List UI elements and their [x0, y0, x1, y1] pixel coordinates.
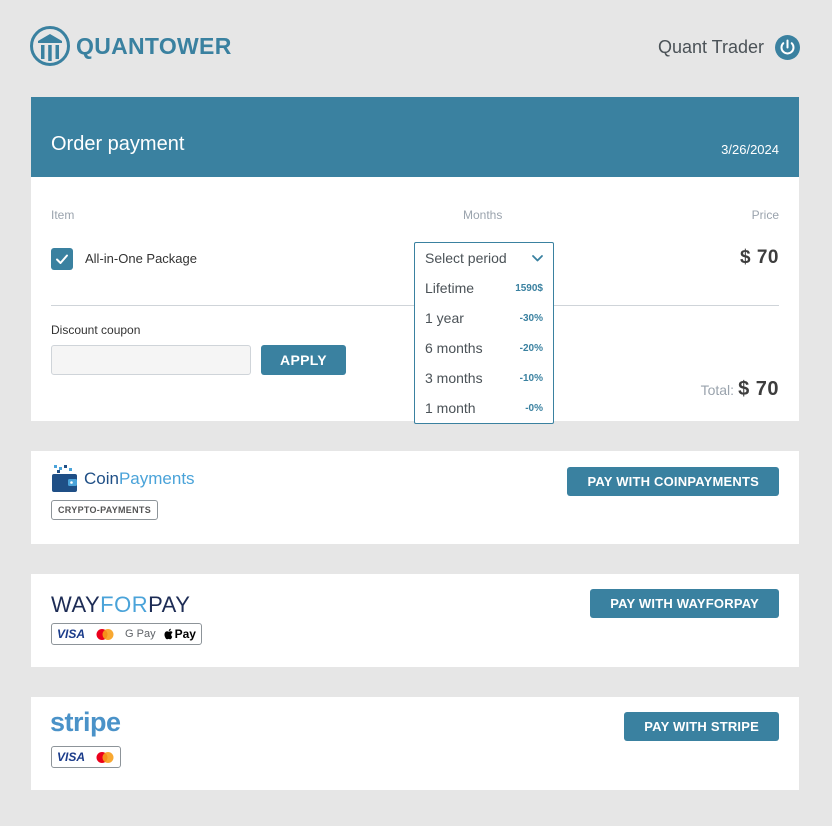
top-bar: QUANTOWER Quant Trader — [0, 0, 832, 97]
period-select-trigger[interactable]: Select period — [415, 243, 553, 273]
item-name: All-in-One Package — [85, 251, 197, 266]
crypto-payments-badge: CRYPTO-PAYMENTS — [51, 500, 159, 520]
item-checkbox[interactable] — [51, 248, 73, 270]
period-option-1-year[interactable]: 1 year -30% — [415, 303, 553, 333]
period-option-label: Lifetime — [425, 280, 475, 296]
period-option-badge: -20% — [519, 342, 543, 354]
wayforpay-logo-way: WAY — [51, 592, 101, 617]
period-option-badge: -0% — [525, 402, 543, 414]
user-menu: Quant Trader — [658, 35, 800, 60]
chevron-down-icon — [532, 255, 543, 262]
total-value: $ 70 — [738, 378, 779, 400]
period-option-badge: -30% — [519, 312, 543, 324]
wayforpay-logo-pay: PAY — [148, 592, 191, 617]
google-pay-logo: G Pay — [125, 628, 156, 640]
period-option-label: 3 months — [425, 370, 483, 386]
total-label: Total: — [700, 382, 735, 398]
period-option-badge: -10% — [519, 372, 543, 384]
apple-icon — [164, 628, 173, 640]
period-option-3-months[interactable]: 3 months -10% — [415, 363, 553, 393]
column-header-months: Months — [463, 208, 503, 222]
pay-with-stripe-button[interactable]: PAY WITH STRIPE — [624, 712, 779, 741]
power-icon[interactable] — [775, 35, 800, 60]
order-total: Total: $ 70 — [701, 378, 779, 401]
pay-with-coinpayments-button[interactable]: PAY WITH COINPAYMENTS — [567, 467, 779, 496]
discount-coupon-label: Discount coupon — [51, 323, 141, 337]
stripe-logo: stripe — [50, 707, 121, 737]
coinpayments-logo: Coin Payments — [51, 464, 195, 494]
pay-with-wayforpay-button[interactable]: PAY WITH WAYFORPAY — [590, 589, 779, 618]
wayforpay-logo: WAYFORPAY — [51, 592, 190, 618]
visa-logo: VISA — [57, 627, 86, 641]
period-option-1-month[interactable]: 1 month -0% — [415, 393, 553, 423]
coinpayments-card: Coin Payments CRYPTO-PAYMENTS PAY WITH CO… — [31, 451, 799, 544]
mastercard-icon — [96, 751, 114, 763]
period-option-label: 1 month — [425, 400, 476, 416]
payment-methods-badges: VISA G Pay Pay — [51, 623, 202, 645]
user-name: Quant Trader — [657, 37, 764, 57]
quantower-logo-icon — [30, 26, 70, 66]
wallet-icon — [52, 465, 77, 492]
wayforpay-logo-for: FOR — [100, 592, 149, 617]
column-header-item: Item — [51, 208, 75, 222]
period-option-label: 6 months — [425, 340, 483, 356]
stripe-card: stripe VISA PAY WITH STRIPE — [31, 697, 799, 790]
coinpayments-logo-text-coin: Coin — [84, 469, 119, 488]
period-option-label: 1 year — [425, 310, 464, 326]
apple-pay-logo: Pay — [174, 627, 196, 641]
period-option-badge: 1590$ — [515, 282, 543, 294]
payment-methods-badges: VISA — [51, 746, 122, 768]
apply-coupon-button[interactable]: APPLY — [261, 345, 346, 375]
period-option-6-months[interactable]: 6 months -20% — [415, 333, 553, 363]
order-date: 3/26/2024 — [721, 142, 779, 157]
visa-logo: VISA — [57, 750, 86, 764]
quantower-logo[interactable]: QUANTOWER — [30, 26, 232, 66]
period-select-placeholder: Select period — [425, 250, 507, 266]
period-option-lifetime[interactable]: Lifetime 1590$ — [415, 273, 553, 303]
coinpayments-logo-text-payments: Payments — [118, 469, 195, 488]
order-header: Order payment 3/26/2024 — [31, 97, 799, 177]
page-title: Order payment — [51, 133, 185, 155]
item-price: $ 70 — [740, 247, 779, 268]
brand-name: QUANTOWER — [76, 32, 232, 59]
checkmark-icon — [56, 254, 68, 264]
wayforpay-card: WAYFORPAY VISA G Pay Pay PAY WITH WAYFOR… — [31, 574, 799, 667]
column-header-price: Price — [751, 208, 779, 222]
discount-coupon-input[interactable] — [51, 345, 251, 375]
period-select[interactable]: Select period Lifetime 1590$ 1 year -30%… — [414, 242, 554, 424]
mastercard-icon — [96, 628, 114, 640]
